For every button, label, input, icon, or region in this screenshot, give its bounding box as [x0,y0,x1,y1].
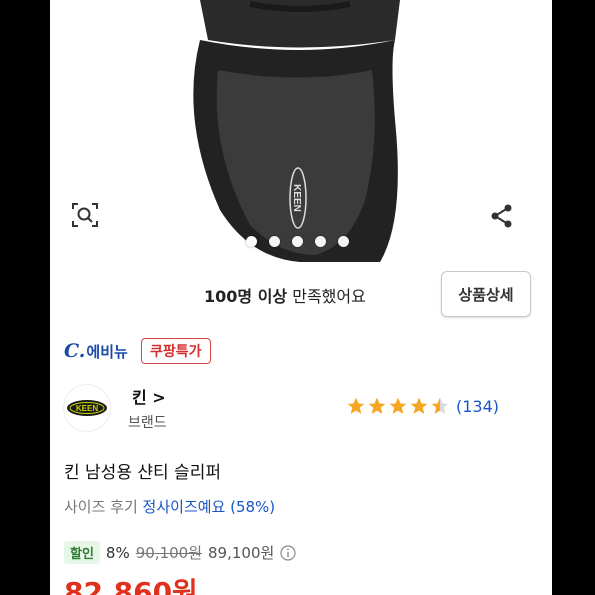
brand-name-link[interactable]: 킨 > [132,384,166,408]
size-review-value: 정사이즈예요 (58%) [142,498,276,516]
share-icon [491,204,512,228]
svg-text:KEEN: KEEN [291,184,302,212]
star-full-icon [347,397,365,414]
star-full-icon [410,397,428,414]
size-review[interactable]: 사이즈 후기 정사이즈예요 (58%) [64,496,275,517]
product-detail-button[interactable]: 상품상세 [441,271,531,317]
sale-tag: 할인 [64,541,100,564]
star-full-icon [368,397,386,414]
seller-name: 에비뉴 [86,342,128,361]
carousel-dot[interactable] [315,236,326,247]
original-price: 90,100원 [135,544,203,562]
svg-text:KEEN: KEEN [76,404,98,413]
coupang-deal-badge: 쿠팡특가 [141,338,211,364]
zoom-button[interactable] [70,200,106,236]
rating[interactable]: (134) [346,396,499,416]
discount-percent: 8% [105,543,130,562]
satisfaction-summary: 100명 이상 만족했어요 [204,283,366,307]
carousel-dot[interactable] [338,236,349,247]
discount-row: 할인 8% 90,100원 89,100원 [64,541,296,564]
final-price: 82,860원 [64,576,198,595]
product-image-carousel[interactable]: KEEN [50,0,552,262]
product-title: 킨 남성용 샨티 슬리퍼 [64,463,221,483]
carousel-dot[interactable] [246,236,257,247]
review-count-link[interactable]: (134) [456,397,499,416]
star-rating [346,396,450,416]
size-review-label: 사이즈 후기 [64,498,143,516]
satisfaction-count: 100명 이상 [204,287,288,306]
zoom-search-icon [72,203,98,227]
carousel-dot[interactable] [292,236,303,247]
brand-logo[interactable]: KEEN [63,384,111,432]
carousel-dots[interactable] [246,236,349,247]
product-page: KEEN 100명 이상 만족했어요 상품상세 C. 에비뉴 쿠팡특가 KEEN… [50,0,552,595]
seller-logo: C. [64,340,86,362]
keen-logo-icon: KEEN [67,400,107,416]
star-full-icon [389,397,407,414]
info-icon[interactable] [280,544,296,561]
seller-link[interactable]: C. 에비뉴 [64,340,128,362]
brand-label: 브랜드 [128,415,167,431]
star-half-icon [431,397,449,414]
carousel-dot[interactable] [269,236,280,247]
product-image: KEEN [193,0,400,262]
intermediate-price: 89,100원 [208,544,275,562]
satisfaction-text: 만족했어요 [287,287,366,306]
share-button[interactable] [488,202,524,238]
